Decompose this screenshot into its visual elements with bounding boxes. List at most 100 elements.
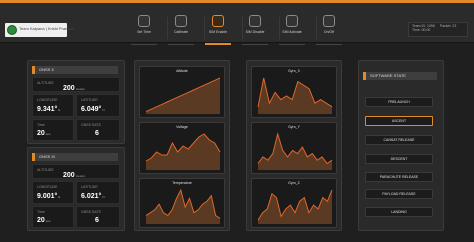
clock-icon [138,15,150,27]
panel-title: GNSS II [32,66,118,74]
longitude-value: 9.001°E [37,193,60,200]
latitude-unit: N [102,108,105,112]
time-label: Time [37,210,45,214]
sats-label: GNSS SATS [81,210,101,214]
gyro-z-chart: Gyro_Z [251,178,337,228]
panel-title: SOFTWARE STATE [363,72,437,80]
latitude-unit: N [102,195,105,199]
gyro-x-chart: Gyro_X [251,66,337,118]
team-badge: Team Kalpana | Krishi Pranaan [5,23,74,37]
latitude-number: 6.021° [81,193,102,200]
state-landing[interactable]: LANDING [365,207,433,217]
sats-cell: GNSS SATS 6 [76,206,120,228]
altitude-cell: ALTITUDE 200meters [32,164,120,179]
latitude-cell: LATITUDE 6.021°N [76,181,120,204]
gyro-charts-panel: Gyro_X Gyro_Y Gyro_Z [246,60,342,231]
telemetry-charts-panel: Altitude Voltage Temperature [134,60,230,231]
longitude-cell: LONGITUDE 9.001°E [32,181,74,204]
altitude-number: 200 [63,85,75,92]
chart-title: Altitude [176,69,188,73]
voltage-chart: Voltage [139,122,225,174]
altitude-number: 200 [63,172,75,179]
state-descent[interactable]: DESCENT [365,154,433,164]
altitude-value: 200meters [63,85,85,92]
latitude-value: 6.021°N [81,193,105,200]
state-prelaunch[interactable]: PRELAUNCH [365,97,433,107]
calibrate-icon [175,15,187,27]
chart-title: Gyro_Y [288,125,300,129]
gyro-y-chart: Gyro_Y [251,122,337,174]
time-cell: Time 20sec [32,206,74,228]
time-unit: sec [45,219,51,223]
chart-title: Voltage [176,125,188,129]
altitude-plot [145,77,221,114]
time-value: 20sec [37,217,50,224]
chart-title: Gyro_X [288,69,300,73]
longitude-number: 9.001° [37,193,58,200]
nav-underline [131,44,157,45]
latitude-cell: LATITUDE 6.049°N [76,94,120,117]
temperature-chart: Temperature [139,178,225,228]
state-ascent[interactable]: ASCENT [365,116,433,126]
series-area [258,78,332,114]
longitude-label: LONGITUDE [37,98,58,102]
state-cansat-release[interactable]: CANSAT RELEASE [365,135,433,145]
chart-title: Gyro_Z [288,181,300,185]
panel-title: GNSS III [32,153,118,161]
power-icon [323,15,335,27]
chart-title: Temperature [172,181,192,185]
altitude-label: ALTITUDE [37,81,54,85]
altitude-value: 200meters [63,172,85,179]
altitude-label: ALTITUDE [37,168,54,172]
time-cell: Time 20sec [32,119,74,141]
longitude-unit: E [58,108,61,112]
latitude-number: 6.049° [81,106,102,113]
state-payload-release[interactable]: PAYLOAD RELEASE [365,189,433,199]
nav-label: On/Off [323,30,335,34]
sats-cell: GNSS SATS 6 [76,119,120,141]
longitude-unit: E [58,195,61,199]
sats-label: GNSS SATS [81,123,101,127]
time-number: 20 [37,130,45,137]
voltage-plot [145,133,221,170]
status-box: Team ID: 1056 Packet: 23 Time: 00:00 [408,22,468,37]
time-value: 20sec [37,130,50,137]
sim-disable-icon [249,15,261,27]
series-area [258,190,332,224]
gyro-z-plot [257,189,333,224]
sats-value: 6 [95,130,99,137]
team-name: Team Kalpana | Krishi Pranaan [19,26,75,31]
longitude-number: 9.341° [37,106,58,113]
latitude-label: LATITUDE [81,98,98,102]
nav-on-off-button[interactable]: On/Off [307,15,351,45]
nav-underline [279,44,305,45]
gnss-panel-2: GNSS III ALTITUDE 200meters LONGITUDE 9.… [27,147,125,231]
mission-time: Time: 00:00 [412,28,431,32]
gyro-x-plot [257,77,333,114]
time-number: 20 [37,217,45,224]
gnss-panel-1: GNSS II ALTITUDE 200meters LONGITUDE 9.3… [27,60,125,144]
sim-enable-icon [212,15,224,27]
gyro-y-plot [257,132,333,170]
nav-underline [242,44,268,45]
nav-underline [205,43,231,45]
nav-underline [316,44,342,45]
longitude-value: 9.341°E [37,106,60,113]
longitude-label: LONGITUDE [37,185,58,189]
altitude-unit: meters [75,87,85,91]
temperature-plot [145,188,221,224]
software-state-panel: SOFTWARE STATE PRELAUNCH ASCENT CANSAT R… [358,60,444,231]
sim-activate-icon [286,15,298,27]
altitude-unit: meters [75,174,85,178]
altitude-cell: ALTITUDE 200meters [32,77,120,92]
latitude-label: LATITUDE [81,185,98,189]
team-logo-icon [7,25,17,35]
latitude-value: 6.049°N [81,106,105,113]
time-label: Time [37,123,45,127]
time-unit: sec [45,132,51,136]
nav-underline [168,44,194,45]
packet-count: Packet: 23 [439,24,457,28]
sats-value: 6 [95,217,99,224]
state-parachute-release[interactable]: PARACHUTE RELEASE [365,172,433,182]
altitude-chart: Altitude [139,66,225,118]
